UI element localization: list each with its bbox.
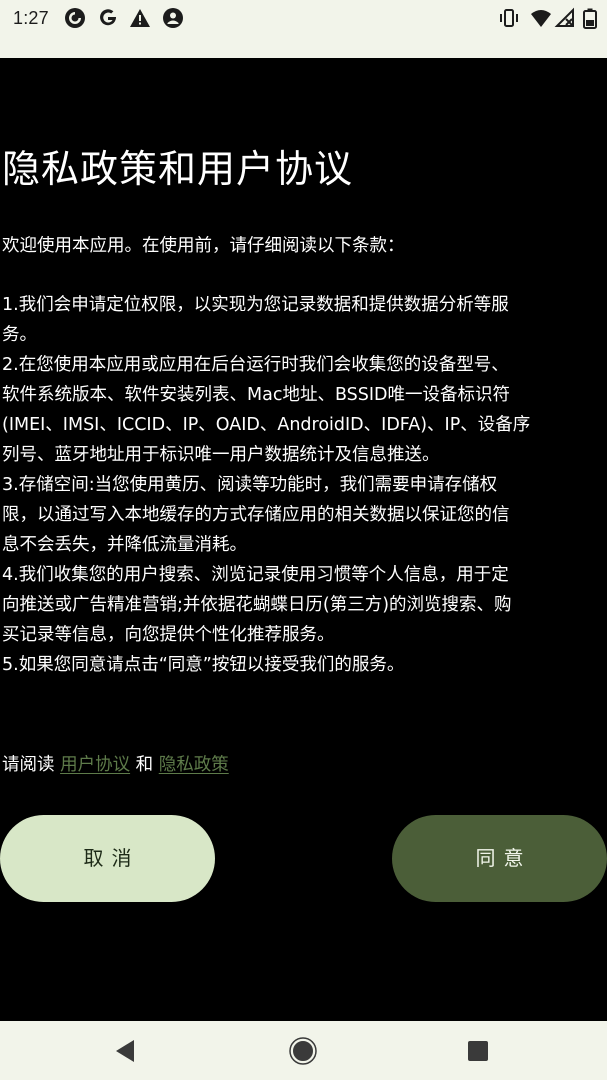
status-time: 1:27 — [13, 8, 49, 28]
terms-line: 息不会丢失，并降低流量消耗。 — [2, 535, 247, 555]
vibrate-icon — [498, 7, 520, 29]
pocket-casts-icon — [64, 7, 86, 29]
terms-line: 限，以通过写入本地缓存的方式存储应用的相关数据以保证您的信 — [2, 505, 510, 525]
terms-text: 1.我们会申请定位权限，以实现为您记录数据和提供数据分析等服 务。 2.在您使用… — [2, 290, 605, 680]
signal-off-icon — [554, 7, 576, 29]
terms-line: 向推送或广告精准营销;并依据花蝴蝶日历(第三方)的浏览搜索、购 — [2, 595, 512, 615]
user-agreement-link[interactable]: 用户协议 — [60, 755, 130, 775]
back-icon[interactable] — [107, 1032, 145, 1070]
wifi-icon — [530, 7, 552, 29]
and-text: 和 — [135, 755, 154, 775]
terms-line: 4.我们收集您的用户搜索、浏览记录使用习惯等个人信息，用于定 — [2, 565, 509, 585]
terms-line: (IMEI、IMSI、ICCID、IP、OAID、AndroidID、IDFA)… — [2, 415, 531, 435]
cancel-button[interactable]: 取消 — [0, 815, 215, 902]
dialog-title: 隐私政策和用户协议 — [2, 147, 354, 191]
terms-line: 1.我们会申请定位权限，以实现为您记录数据和提供数据分析等服 — [2, 295, 509, 315]
read-agreements-line: 请阅读 用户协议 和 隐私政策 — [2, 751, 229, 776]
terms-line: 列号、蓝牙地址用于标识唯一用户数据统计及信息推送。 — [2, 445, 440, 465]
terms-line: 3.存储空间:当您使用黄历、阅读等功能时，我们需要申请存储权 — [2, 475, 498, 495]
terms-line: 买记录等信息，向您提供个性化推荐服务。 — [2, 625, 335, 645]
read-prefix: 请阅读 — [2, 755, 55, 775]
home-icon[interactable] — [284, 1032, 322, 1070]
intro-text: 欢迎使用本应用。在使用前，请仔细阅读以下条款： — [2, 236, 405, 256]
navigation-bar — [0, 1021, 607, 1080]
agree-button[interactable]: 同意 — [392, 815, 607, 902]
warning-icon — [129, 7, 151, 29]
status-bar: 1:27 — [0, 0, 607, 58]
recents-icon[interactable] — [459, 1032, 497, 1070]
terms-line: 软件系统版本、软件安装列表、Mac地址、BSSID唯一设备标识符 — [2, 385, 510, 405]
terms-line: 5.如果您同意请点击“同意”按钮以接受我们的服务。 — [2, 655, 405, 675]
google-icon — [97, 7, 119, 29]
privacy-dialog: 隐私政策和用户协议 欢迎使用本应用。在使用前，请仔细阅读以下条款： 1.我们会申… — [0, 58, 607, 1021]
privacy-policy-link[interactable]: 隐私政策 — [159, 755, 229, 775]
terms-line: 2.在您使用本应用或应用在后台运行时我们会收集您的设备型号、 — [2, 355, 509, 375]
terms-line: 务。 — [2, 325, 37, 345]
battery-icon — [579, 7, 601, 29]
account-icon — [162, 7, 184, 29]
